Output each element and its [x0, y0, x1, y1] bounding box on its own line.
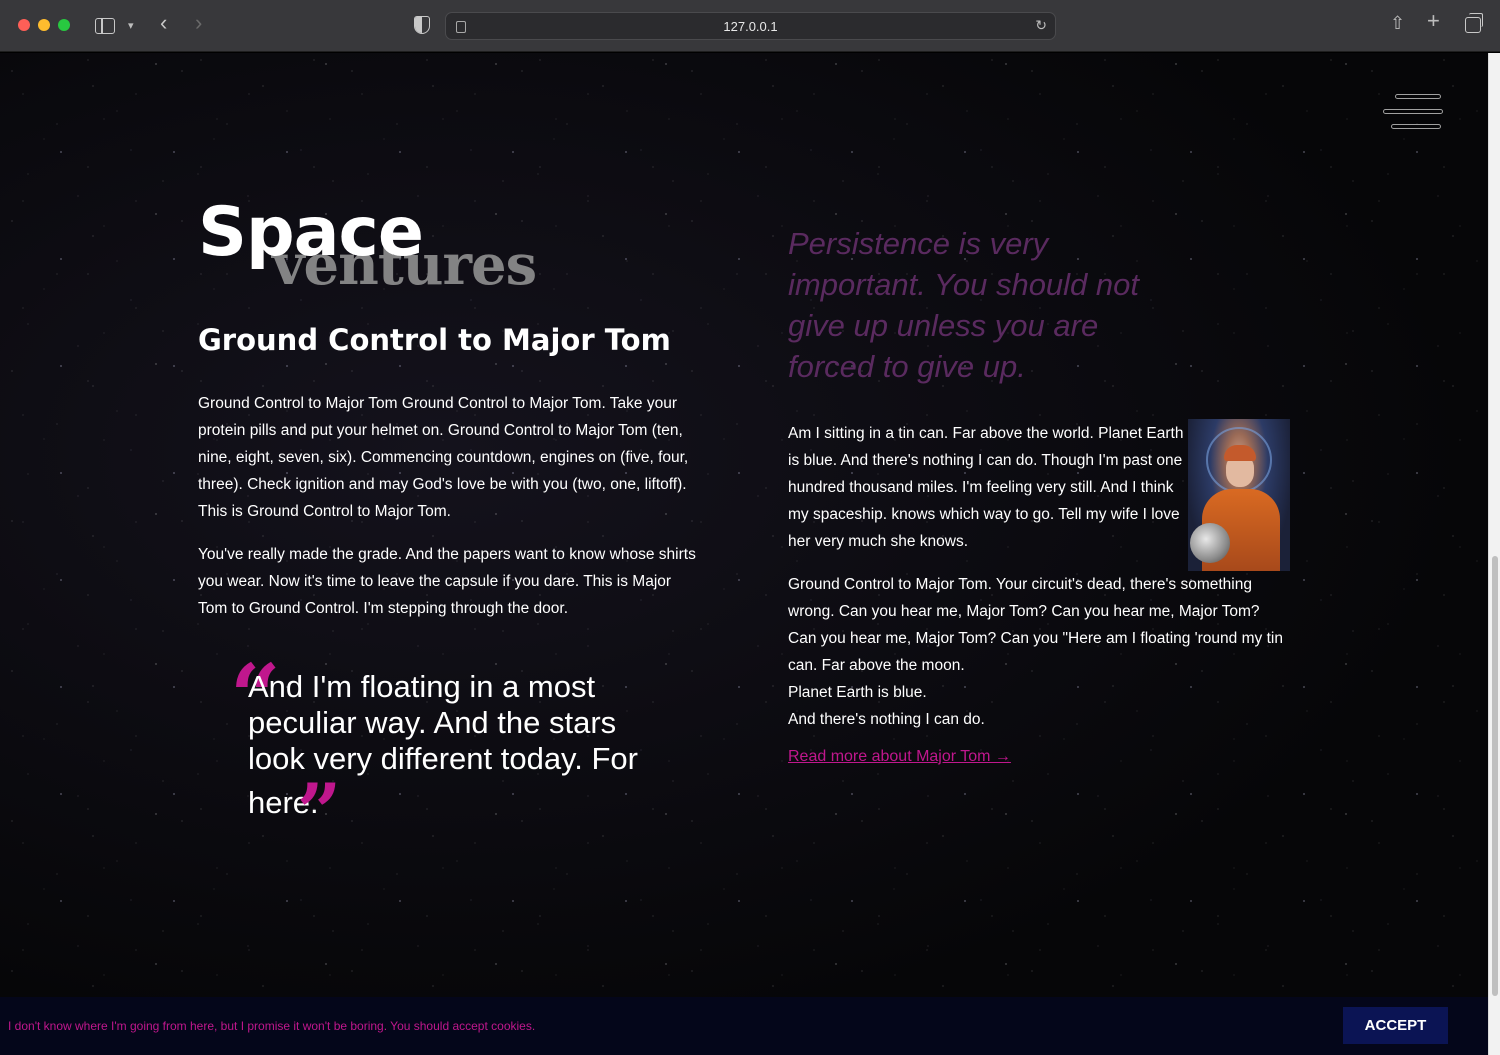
astronaut-portrait-image — [1188, 419, 1290, 571]
page-scrollbar[interactable] — [1488, 53, 1500, 1055]
plus-icon[interactable]: + — [1427, 10, 1440, 32]
read-more-link[interactable]: Read more about Major Tom → — [788, 746, 1011, 768]
site-logo[interactable]: ventures Space — [198, 197, 558, 297]
tabs-icon[interactable] — [1465, 13, 1483, 33]
scrollbar-thumb[interactable] — [1492, 556, 1498, 996]
pull-quote: Persistence is very important. You shoul… — [788, 226, 1140, 384]
right-paragraph-2-line-2: Planet Earth is blue. — [788, 684, 927, 701]
page-title: Ground Control to Major Tom — [198, 323, 671, 357]
zoom-window-button[interactable] — [58, 19, 70, 31]
quote-text: And I'm floating in a most peculiar way.… — [248, 669, 668, 852]
browser-toolbar: ▾ ‹ › 127.0.0.1 ↻ ⇧ + — [0, 0, 1500, 52]
right-paragraph-1: Am I sitting in a tin can. Far above the… — [788, 425, 1184, 550]
logo-primary: Space — [198, 193, 424, 272]
close-window-button[interactable] — [18, 19, 30, 31]
page-viewport: ventures Space Ground Control to Major T… — [0, 53, 1488, 1055]
hamburger-menu-icon[interactable] — [1383, 94, 1443, 134]
address-bar[interactable]: 127.0.0.1 ↻ — [445, 12, 1056, 40]
share-icon[interactable]: ⇧ — [1390, 12, 1405, 34]
reload-icon[interactable]: ↻ — [1035, 17, 1047, 34]
second-paragraph: You've really made the grade. And the pa… — [198, 546, 696, 617]
close-quote-icon: ” — [296, 767, 342, 858]
chevron-down-icon[interactable]: ▾ — [128, 15, 134, 37]
accept-cookies-button[interactable]: ACCEPT — [1343, 1007, 1448, 1044]
forward-arrow-icon[interactable]: › — [195, 12, 202, 34]
sidebar-icon[interactable] — [95, 18, 115, 34]
url-text: 127.0.0.1 — [723, 19, 778, 34]
intro-paragraph: Ground Control to Major Tom Ground Contr… — [198, 395, 689, 520]
right-paragraph-2: Ground Control to Major Tom. Your circui… — [788, 571, 1288, 733]
minimize-window-button[interactable] — [38, 19, 50, 31]
right-paragraph-2-line-1: Ground Control to Major Tom. Your circui… — [788, 576, 1283, 674]
right-paragraph-2-line-3: And there's nothing I can do. — [788, 711, 985, 728]
cookie-message: I don't know where I'm going from here, … — [8, 1019, 536, 1033]
back-arrow-icon[interactable]: ‹ — [160, 12, 167, 34]
cookie-banner: I don't know where I'm going from here, … — [0, 997, 1488, 1055]
shield-icon[interactable] — [414, 16, 430, 34]
